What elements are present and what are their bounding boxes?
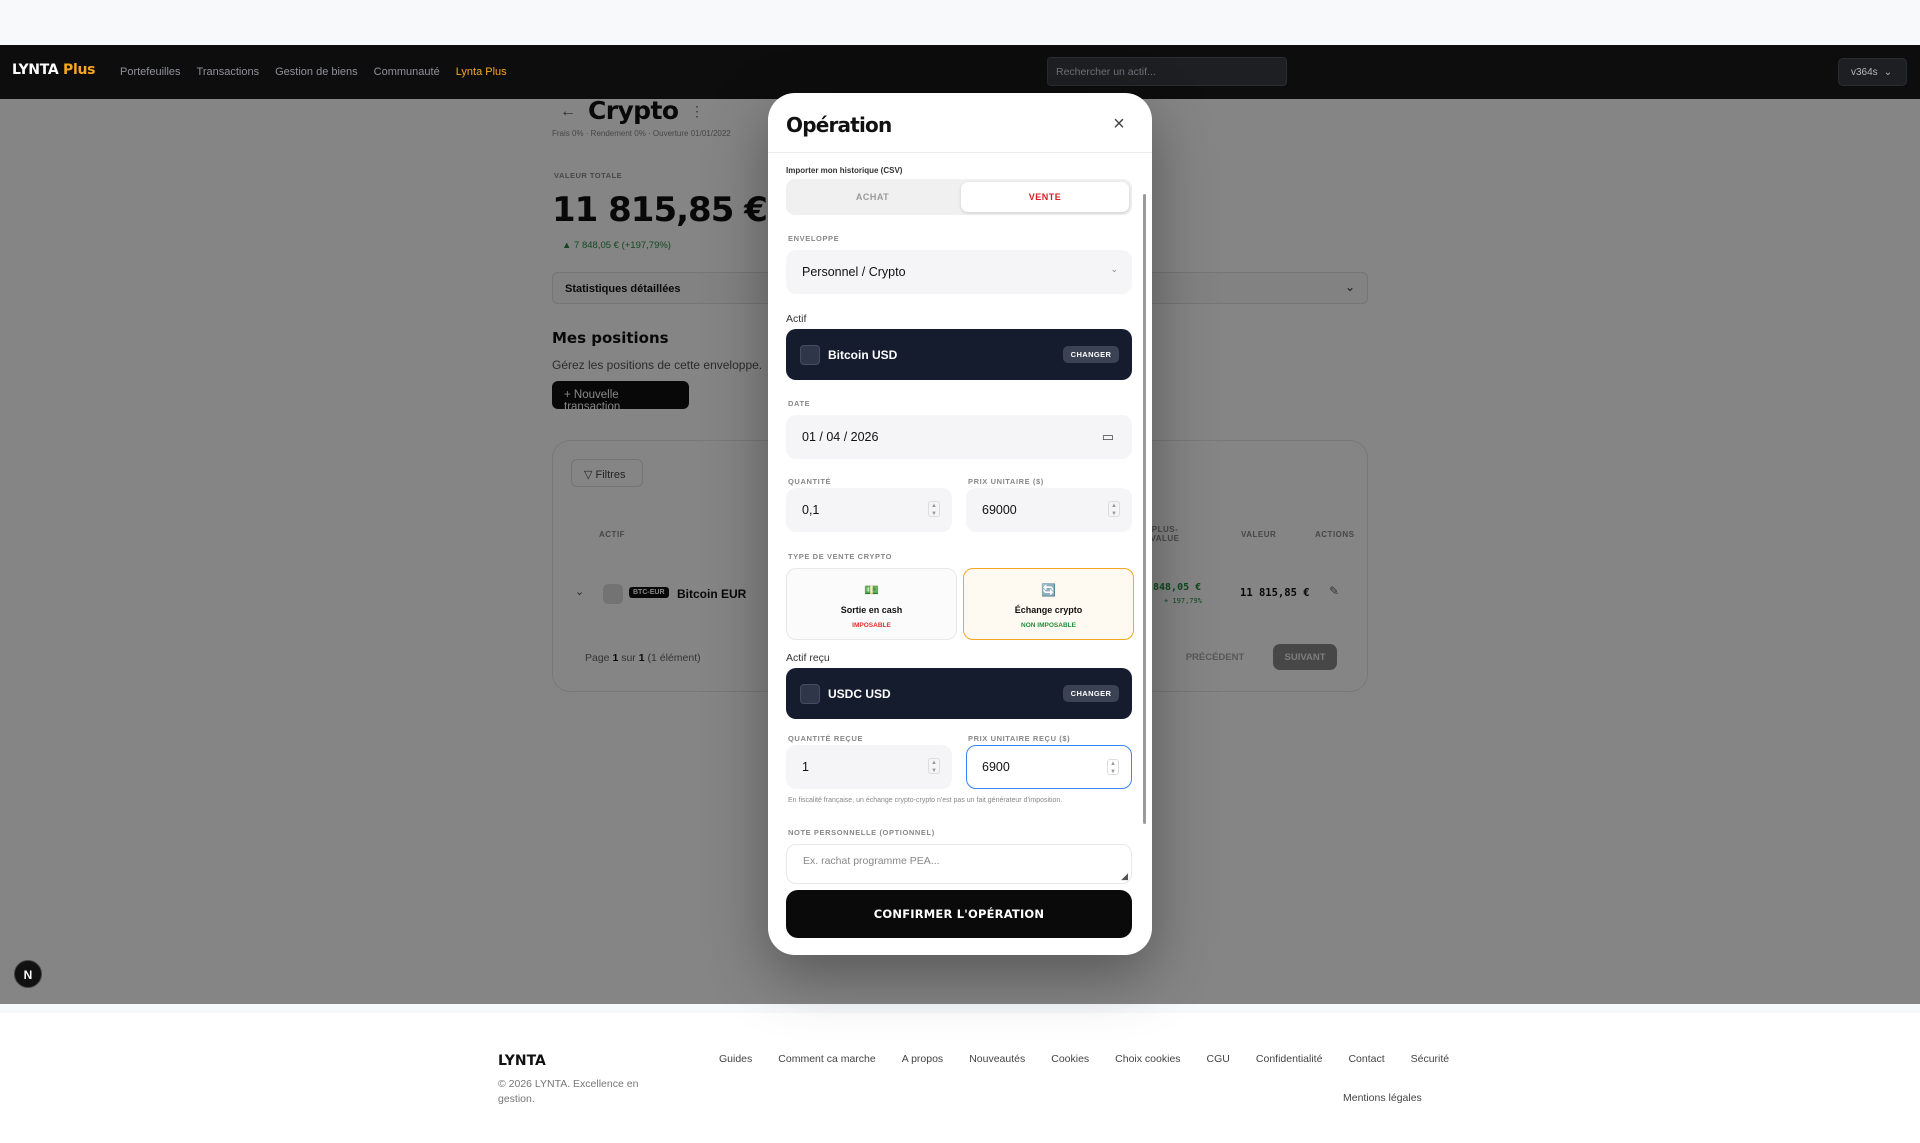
quantity-label: QUANTITÉ (788, 477, 832, 486)
received-asset-label: Actif reçu (786, 652, 830, 664)
user-name: v364s (1851, 66, 1878, 78)
footer-link-contact[interactable]: Contact (1348, 1053, 1384, 1065)
date-value: 01 / 04 / 2026 (802, 430, 879, 444)
received-unit-price-label: PRIX UNITAIRE REÇU ($) (968, 734, 1071, 743)
received-asset-card: USDC USD CHANGER (786, 668, 1132, 719)
unit-price-field[interactable]: 69000 ▲ ▼ (966, 488, 1132, 532)
footer-copyright: © 2026 LYNTA. Excellence en gestion. (498, 1078, 639, 1105)
note-label: NOTE PERSONNELLE (OPTIONNEL) (788, 828, 935, 837)
nav-link-lynta-plus[interactable]: Lynta Plus (456, 66, 507, 78)
quantity-value: 0,1 (802, 503, 820, 517)
received-quantity-field[interactable]: 1 ▲ ▼ (786, 745, 952, 789)
received-quantity-value: 1 (802, 760, 809, 774)
envelope-value: Personnel / Crypto (802, 265, 906, 279)
quantity-stepper[interactable]: ▲ ▼ (928, 501, 940, 517)
quantity-field[interactable]: 0,1 ▲ ▼ (786, 488, 952, 532)
note-placeholder: Ex. rachat programme PEA... (803, 855, 940, 867)
received-quantity-label: QUANTITÉ REÇUE (788, 734, 864, 743)
nav-link-portefeuilles[interactable]: Portefeuilles (120, 66, 181, 78)
search-input[interactable]: Rechercher un actif... (1047, 57, 1287, 86)
sale-type-swap-tax: NON IMPOSABLE (1021, 622, 1076, 629)
close-icon[interactable]: × (1108, 113, 1130, 135)
envelope-label: ENVELOPPE (788, 234, 840, 243)
unit-price-value: 69000 (982, 503, 1017, 517)
chevron-down-icon: ⌄ (1883, 66, 1893, 78)
footer-link-choix-cookies[interactable]: Choix cookies (1115, 1053, 1180, 1065)
operation-modal: Opération × Importer mon historique (CSV… (768, 93, 1152, 955)
user-menu[interactable]: v364s ⌄ (1838, 58, 1907, 86)
footer-link-comment-ca-marche[interactable]: Comment ca marche (778, 1053, 875, 1065)
nav-links: Portefeuilles Transactions Gestion de bi… (120, 66, 507, 78)
tab-vente[interactable]: VENTE (961, 182, 1129, 212)
received-quantity-stepper[interactable]: ▲ ▼ (928, 758, 940, 774)
brand-plus: Plus (62, 62, 96, 78)
tax-note: En fiscalité française, un échange crypt… (788, 797, 1063, 804)
footer-link-cgu[interactable]: CGU (1207, 1053, 1230, 1065)
footer-link-nouveautes[interactable]: Nouveautés (969, 1053, 1025, 1065)
asset-name: Bitcoin USD (828, 348, 898, 362)
footer: LYNTA © 2026 LYNTA. Excellence en gestio… (0, 1013, 1920, 1143)
sale-type-cash-option[interactable]: 💵 Sortie en cash IMPOSABLE (786, 568, 957, 640)
sale-type-swap-name: Échange crypto (1014, 605, 1083, 615)
chevron-down-icon: ⌄ (1110, 264, 1118, 274)
confirm-operation-button[interactable]: CONFIRMER L'OPÉRATION (786, 890, 1132, 938)
footer-link-securite[interactable]: Sécurité (1411, 1053, 1450, 1065)
unit-price-label: PRIX UNITAIRE ($) (968, 477, 1044, 486)
import-csv-link[interactable]: Importer mon historique (CSV) (786, 166, 902, 175)
resize-handle-icon[interactable]: ◢ (1121, 871, 1128, 882)
note-textarea[interactable]: Ex. rachat programme PEA... ◢ (786, 844, 1132, 884)
envelope-select[interactable]: Personnel / Crypto ⌄ (786, 250, 1132, 294)
footer-link-mentions-legales[interactable]: Mentions légales (1343, 1092, 1422, 1104)
nav-link-communaute[interactable]: Communauté (374, 66, 440, 78)
unit-price-stepper[interactable]: ▲ ▼ (1108, 501, 1120, 517)
received-unit-price-field[interactable]: 6900 ▲ ▼ (966, 745, 1132, 789)
asset-card: Bitcoin USD CHANGER (786, 329, 1132, 380)
change-received-asset-button[interactable]: CHANGER (1063, 685, 1119, 702)
dev-tools-badge[interactable]: N (14, 960, 42, 988)
asset-label: Actif (786, 313, 807, 325)
cash-icon: 💵 (864, 583, 879, 597)
nav-link-transactions[interactable]: Transactions (197, 66, 260, 78)
change-asset-button[interactable]: CHANGER (1063, 346, 1119, 363)
footer-brand: LYNTA (498, 1053, 546, 1069)
nav-link-gestion-biens[interactable]: Gestion de biens (275, 66, 358, 78)
modal-title: Opération (786, 113, 892, 137)
received-asset-logo (800, 684, 820, 704)
footer-link-cookies[interactable]: Cookies (1051, 1053, 1089, 1065)
date-label: DATE (788, 399, 811, 408)
sale-type-label: TYPE DE VENTE CRYPTO (788, 552, 893, 561)
operation-type-toggle: ACHAT VENTE (786, 179, 1132, 215)
calendar-icon[interactable]: ▭ (1102, 429, 1114, 445)
footer-link-guides[interactable]: Guides (719, 1053, 752, 1065)
asset-logo (800, 345, 820, 365)
received-asset-name: USDC USD (828, 687, 891, 701)
received-unit-price-stepper[interactable]: ▲ ▼ (1107, 759, 1119, 775)
top-nav: LYNTA Plus Portefeuilles Transactions Ge… (0, 45, 1920, 99)
sale-type-cash-tax: IMPOSABLE (852, 622, 891, 629)
footer-link-a-propos[interactable]: A propos (902, 1053, 943, 1065)
sale-type-cash-name: Sortie en cash (840, 605, 903, 615)
footer-links: Guides Comment ca marche A propos Nouvea… (719, 1053, 1449, 1065)
modal-scrollbar[interactable] (1143, 194, 1146, 824)
brand-logo[interactable]: LYNTA Plus (12, 62, 95, 78)
modal-divider (768, 152, 1152, 153)
sale-type-swap-option[interactable]: 🔄 Échange crypto NON IMPOSABLE (963, 568, 1134, 640)
footer-link-confidentialite[interactable]: Confidentialité (1256, 1053, 1323, 1065)
tab-achat[interactable]: ACHAT (786, 179, 959, 215)
brand-name: LYNTA (12, 62, 59, 78)
swap-icon: 🔄 (1041, 583, 1056, 597)
received-unit-price-value: 6900 (982, 760, 1010, 774)
date-field[interactable]: 01 / 04 / 2026 ▭ (786, 415, 1132, 459)
